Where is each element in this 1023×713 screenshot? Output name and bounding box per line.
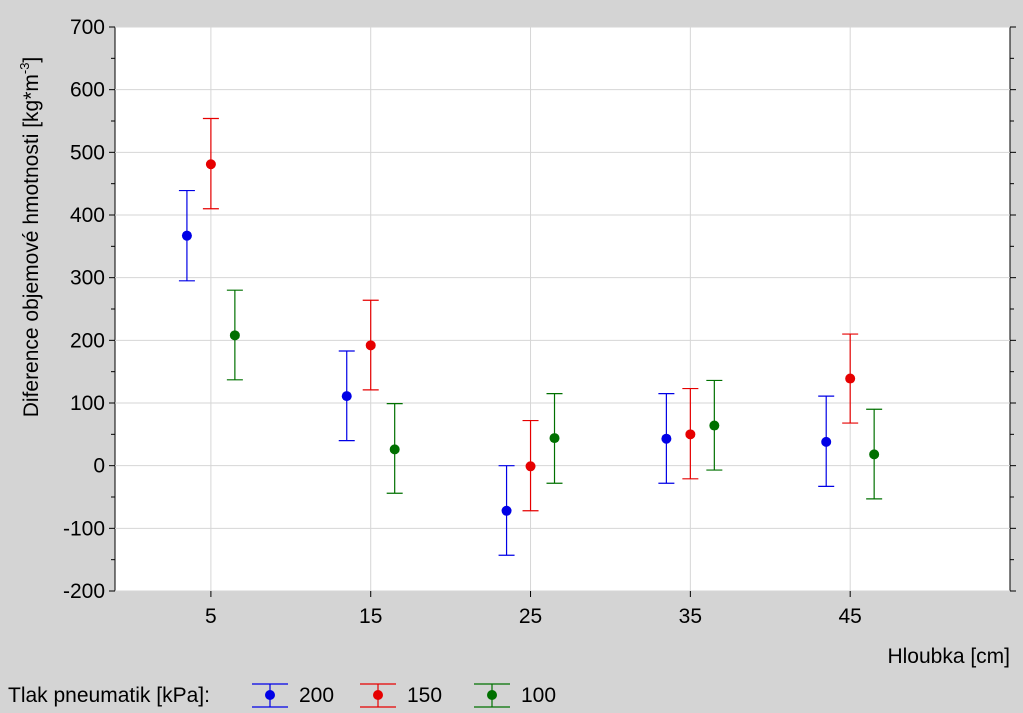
data-point	[181, 230, 192, 241]
data-point	[501, 505, 512, 516]
legend-items: 200 150 100	[252, 683, 556, 708]
y-tick-label: 700	[70, 16, 105, 39]
y-tick-label: 400	[70, 204, 105, 227]
data-point	[341, 391, 352, 402]
x-tick-label: 35	[679, 605, 702, 628]
x-tick-label: 45	[838, 605, 861, 628]
data-point	[845, 373, 856, 384]
legend-item-150: 150	[360, 683, 442, 708]
x-axis-title: Hloubka [cm]	[887, 645, 1010, 668]
data-point	[365, 340, 376, 351]
y-axis-title: Diference objemové hmotnosti [kg*m-3]	[17, 57, 43, 418]
y-tick-labels: -200 -100 0 100 200 300 400 500 600 700	[63, 16, 105, 603]
y-tick-label: -200	[63, 580, 105, 603]
y-tick-label: 500	[70, 141, 105, 164]
y-tick-label: -100	[63, 517, 105, 540]
y-tick-label: 200	[70, 329, 105, 352]
data-point	[709, 420, 720, 431]
x-tick-label: 5	[205, 605, 217, 628]
data-point	[549, 433, 560, 444]
x-tick-label: 15	[359, 605, 382, 628]
data-point	[229, 330, 240, 341]
legend-item-200: 200	[252, 683, 334, 708]
data-point	[661, 433, 672, 444]
chart: -200 -100 0 100 200 300 400 500 600 700 5 15 25 35 45…	[8, 16, 1016, 708]
legend-marker	[487, 690, 497, 700]
y-tick-label: 600	[70, 79, 105, 102]
x-tick-label: 25	[519, 605, 542, 628]
y-tick-label: 100	[70, 392, 105, 415]
x-tick-labels: 5 15 25 35 45	[205, 605, 862, 628]
data-point	[869, 449, 880, 460]
legend-marker	[265, 690, 275, 700]
data-point	[685, 429, 696, 440]
legend-label: 100	[521, 684, 556, 707]
y-tick-label: 300	[70, 267, 105, 290]
plot-area	[114, 26, 1011, 592]
legend-item-100: 100	[474, 683, 556, 708]
y-tick-label: 0	[93, 455, 105, 478]
data-point	[525, 461, 536, 472]
legend-label: 200	[299, 684, 334, 707]
legend: Tlak pneumatik [kPa]: 200 150 100	[8, 683, 556, 708]
legend-title: Tlak pneumatik [kPa]:	[8, 684, 210, 707]
data-point	[389, 444, 400, 455]
legend-label: 150	[407, 684, 442, 707]
legend-marker	[373, 690, 383, 700]
data-point	[205, 159, 216, 170]
data-point	[821, 436, 832, 447]
